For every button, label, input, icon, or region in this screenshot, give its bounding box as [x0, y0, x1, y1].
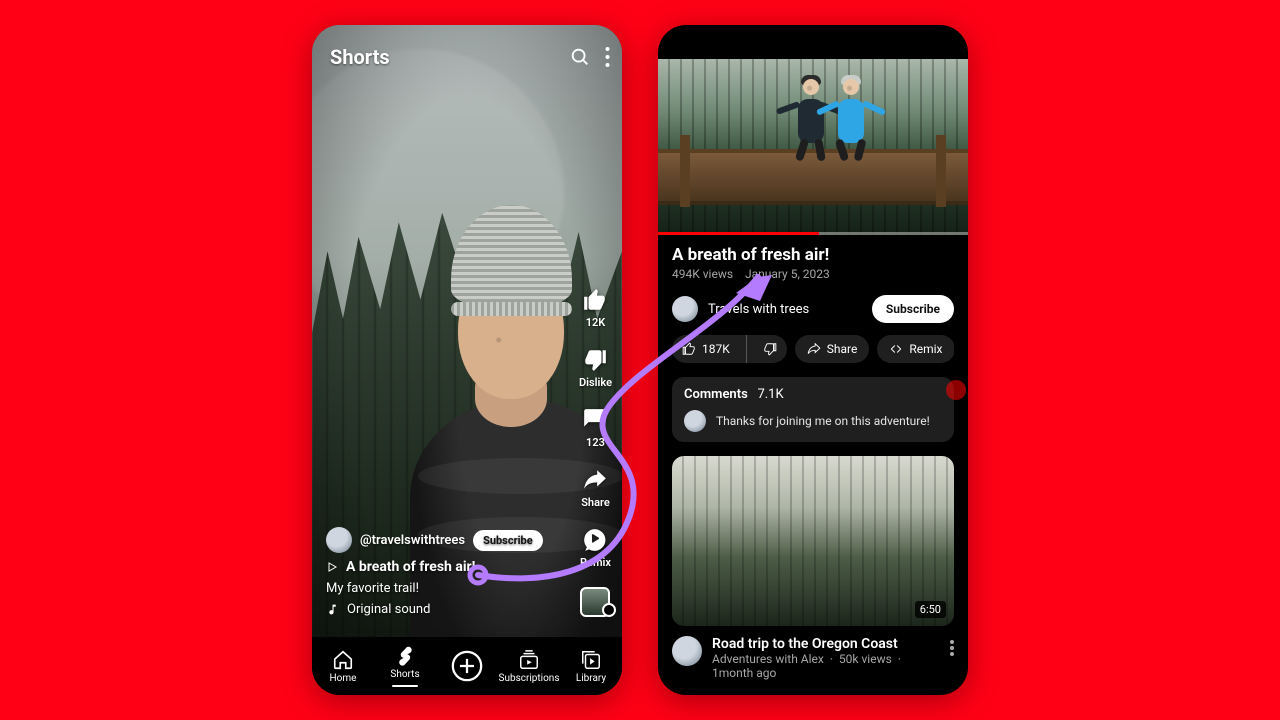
comments-teaser[interactable]: Comments 7.1K Thanks for joining me on t…	[672, 377, 954, 442]
sound-row[interactable]: Original sound	[326, 602, 552, 617]
top-comment-text: Thanks for joining me on this adventure!	[716, 414, 930, 428]
short-metadata: @travelswithtrees Subscribe A breath of …	[326, 521, 552, 617]
shorts-header: Shorts	[330, 45, 390, 69]
bottom-nav: Home Shorts Subscriptions Library	[312, 637, 622, 695]
short-title-row[interactable]: A breath of fresh air!	[326, 559, 552, 575]
channel-row[interactable]: Travels with trees	[672, 296, 809, 322]
nav-subscriptions[interactable]: Subscriptions	[498, 649, 560, 684]
dislike-button[interactable]: Dislike	[579, 347, 612, 389]
share-icon	[582, 467, 608, 493]
subscriptions-icon	[518, 649, 540, 671]
nav-home[interactable]: Home	[312, 649, 374, 684]
play-outline-icon	[326, 561, 338, 573]
like-dislike-chip: 187K	[672, 335, 787, 363]
share-chip[interactable]: Share	[795, 335, 870, 363]
remix-chip[interactable]: Remix	[877, 335, 954, 363]
video-title[interactable]: A breath of fresh air!	[672, 245, 954, 265]
duration-badge: 6:50	[915, 601, 946, 618]
channel-avatar	[672, 296, 698, 322]
share-button[interactable]: Share	[581, 467, 610, 509]
remix-icon	[889, 342, 903, 356]
thumb-up-icon	[582, 287, 608, 313]
nav-create[interactable]	[436, 649, 498, 683]
touch-indicator	[946, 380, 966, 400]
like-count: 12K	[586, 316, 606, 329]
sound-thumbnail[interactable]	[580, 587, 610, 617]
short-title: A breath of fresh air!	[346, 559, 475, 575]
channel-handle[interactable]: @travelswithtrees	[360, 533, 465, 548]
library-icon	[580, 649, 602, 671]
search-icon[interactable]	[569, 46, 591, 68]
dislike-label: Dislike	[579, 376, 612, 389]
share-icon	[807, 342, 821, 356]
subscribe-button[interactable]: Subscribe	[473, 530, 543, 551]
like-button[interactable]: 12K	[582, 287, 608, 329]
channel-avatar[interactable]	[326, 527, 352, 553]
video-subtitle: 494K views January 5, 2023	[672, 267, 954, 281]
remix-label: Remix	[580, 556, 611, 569]
more-vert-icon[interactable]	[605, 47, 610, 67]
commenter-avatar	[684, 410, 706, 432]
like-button[interactable]: 187K	[672, 335, 740, 363]
video-player[interactable]	[658, 59, 968, 235]
thumb-down-icon	[582, 347, 608, 373]
nav-shorts[interactable]: Shorts	[374, 645, 436, 687]
channel-name: Travels with trees	[708, 302, 809, 317]
comment-icon	[582, 407, 608, 433]
remix-button[interactable]: Remix	[580, 527, 611, 569]
thumb-down-icon	[763, 342, 777, 356]
next-channel-avatar	[672, 636, 702, 666]
share-label: Share	[581, 496, 610, 509]
remix-icon	[582, 527, 608, 553]
watch-page-screen: A breath of fresh air! 494K views Januar…	[658, 25, 968, 695]
plus-circle-icon	[450, 649, 484, 683]
music-note-icon	[326, 603, 339, 616]
action-chip-row: 187K Share Remix Down	[672, 335, 954, 363]
sound-name: Original sound	[347, 602, 430, 617]
thumb-up-icon	[682, 342, 696, 356]
comment-count: 123	[586, 436, 605, 449]
shorts-player-screen: Shorts 12K Dislike 123 Share	[312, 25, 622, 695]
dislike-button[interactable]	[753, 335, 787, 363]
action-rail: 12K Dislike 123 Share Remix	[579, 287, 612, 617]
short-caption: My favorite trail!	[326, 581, 552, 596]
subscribe-button[interactable]: Subscribe	[872, 295, 954, 323]
progress-bar[interactable]	[658, 232, 819, 235]
more-vert-icon[interactable]	[950, 640, 954, 656]
nav-library[interactable]: Library	[560, 649, 622, 684]
comments-button[interactable]: 123	[582, 407, 608, 449]
home-icon	[332, 649, 354, 671]
next-video-meta[interactable]: Road trip to the Oregon Coast Adventures…	[658, 626, 968, 694]
next-video-title: Road trip to the Oregon Coast	[712, 636, 940, 652]
shorts-icon	[394, 645, 416, 667]
next-video-thumbnail[interactable]: 6:50	[672, 456, 954, 626]
